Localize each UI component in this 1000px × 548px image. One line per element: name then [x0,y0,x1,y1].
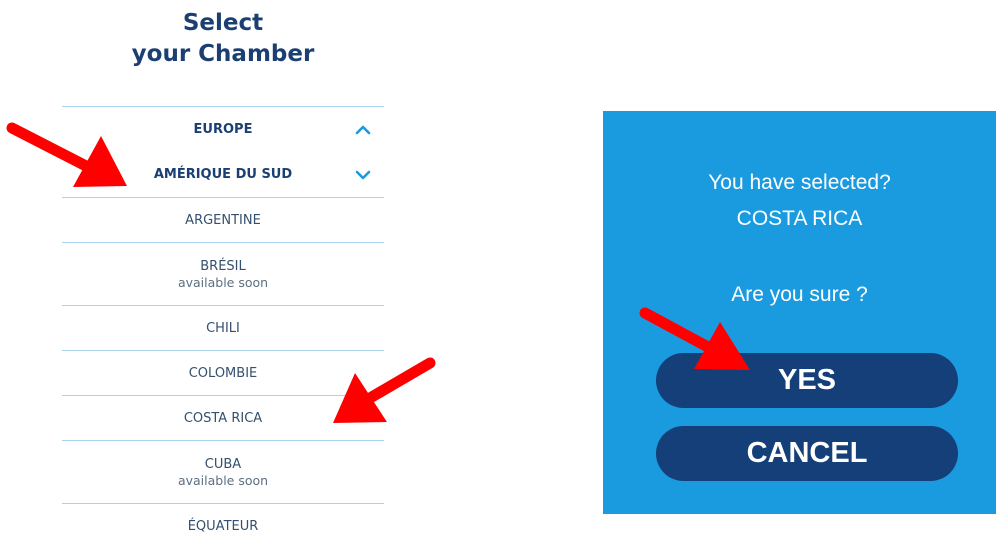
country-name: COSTA RICA [183,410,263,426]
availability-note: available soon [177,274,269,290]
list-item-argentine[interactable]: ARGENTINE [62,198,384,242]
country-name: CUBA [204,456,242,472]
country-name: BRÉSIL [200,258,246,274]
list-item-bresil[interactable]: BRÉSIL available soon [62,243,384,305]
chamber-list: EUROPE AMÉRIQUE DU SUD ARGENTINE BRÉSIL … [62,106,384,548]
chevron-down-icon [355,170,371,179]
region-amerique-du-sud[interactable]: AMÉRIQUE DU SUD [62,152,384,197]
cancel-button[interactable]: CANCEL [656,426,958,481]
dialog-selected-country: COSTA RICA [736,207,863,230]
dialog-message: You have selected? [708,171,891,194]
chevron-up-icon [355,125,371,134]
country-name: CHILI [206,320,240,336]
region-europe[interactable]: EUROPE [62,107,384,152]
country-name: COLOMBIE [188,365,258,381]
list-item-equateur[interactable]: ÉQUATEUR [62,504,384,548]
yes-button[interactable]: YES [656,353,958,408]
availability-note: available soon [177,472,269,488]
list-item-costa-rica[interactable]: COSTA RICA [62,396,384,440]
confirmation-dialog: You have selected? COSTA RICA Are you su… [603,111,996,514]
country-name: ÉQUATEUR [187,518,259,534]
list-item-chili[interactable]: CHILI [62,306,384,350]
page-title-line-2: your Chamber [131,41,315,67]
region-label: EUROPE [193,122,253,137]
page-title-line-1: Select [182,10,264,36]
region-label: AMÉRIQUE DU SUD [153,167,293,182]
list-item-colombie[interactable]: COLOMBIE [62,351,384,395]
page-title: Select your Chamber [62,8,384,70]
dialog-question: Are you sure ? [731,283,868,306]
country-name: ARGENTINE [185,212,261,228]
list-item-cuba[interactable]: CUBA available soon [62,441,384,503]
